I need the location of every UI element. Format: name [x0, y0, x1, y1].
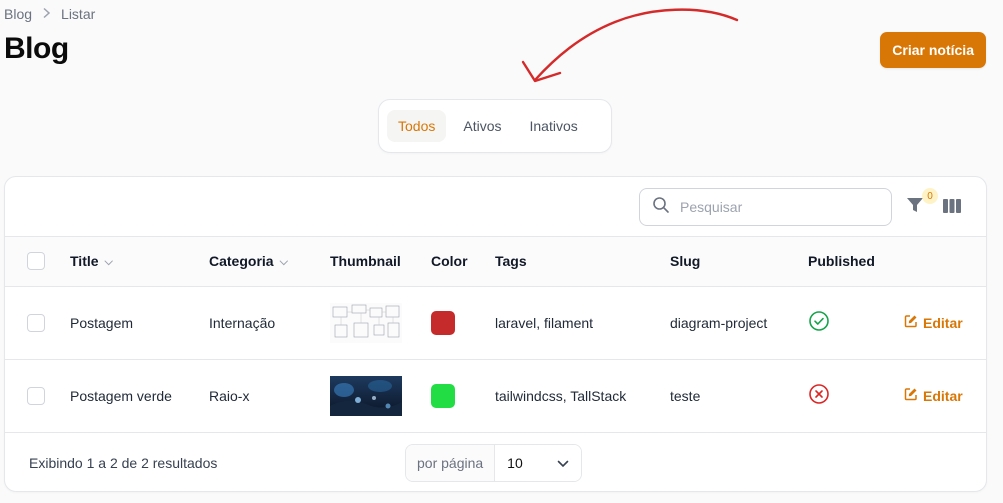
- per-page-select[interactable]: por página 10: [405, 444, 583, 482]
- cell-slug: diagram-project: [669, 286, 807, 360]
- column-header-color: Color: [430, 237, 494, 287]
- breadcrumb-blog-link[interactable]: Blog: [4, 6, 32, 22]
- table-footer: Exibindo 1 a 2 de 2 resultados por págin…: [5, 433, 986, 491]
- annotation-arrow-icon: [521, 8, 739, 83]
- tab-todos[interactable]: Todos: [387, 110, 447, 142]
- column-header-tags: Tags: [494, 237, 669, 287]
- search-input[interactable]: [678, 198, 878, 216]
- cell-color: [430, 359, 494, 433]
- color-swatch: [431, 383, 455, 408]
- edit-icon: [904, 314, 918, 331]
- per-page-value: 10: [507, 455, 523, 471]
- tab-inativos[interactable]: Inativos: [518, 110, 588, 142]
- search-icon: [652, 196, 670, 219]
- column-header-slug: Slug: [669, 237, 807, 287]
- breadcrumb: Blog Listar: [4, 6, 95, 22]
- table-toolbar: 0: [5, 177, 986, 237]
- cell-thumbnail: [329, 359, 430, 433]
- column-header-thumbnail: Thumbnail: [329, 237, 430, 287]
- cell-category: Raio-x: [208, 359, 329, 433]
- chevron-down-icon: [557, 455, 569, 471]
- cell-actions: Editar: [903, 286, 986, 360]
- posts-table: Title ⌵ Categoria ⌵ Thumbnail Color Tags S…: [5, 237, 986, 433]
- edit-button[interactable]: Editar: [904, 387, 963, 404]
- search-box: [639, 188, 892, 226]
- table-header-row: Title ⌵ Categoria ⌵ Thumbnail Color Tags S…: [5, 237, 986, 287]
- status-tabs: Todos Ativos Inativos: [378, 99, 612, 153]
- per-page-label: por página: [406, 445, 496, 481]
- cell-slug: teste: [669, 359, 807, 433]
- chevron-right-icon: [42, 6, 51, 22]
- row-checkbox[interactable]: [27, 313, 45, 332]
- tab-ativos[interactable]: Ativos: [452, 110, 512, 142]
- table-row[interactable]: Postagem Internação laravel, filament di…: [5, 286, 986, 360]
- cell-title: Postagem: [69, 286, 208, 360]
- chevron-down-icon: ⌵: [279, 256, 288, 269]
- page-title: Blog: [4, 32, 69, 65]
- per-page-value-select[interactable]: 10: [495, 445, 582, 481]
- table-card: 0 Title⌵ Categoria⌵ Thumbnail Color Tags…: [4, 176, 987, 492]
- column-header-actions: [903, 237, 986, 287]
- cell-published: [807, 359, 903, 433]
- color-swatch: [431, 310, 455, 335]
- filter-count-badge: 0: [922, 188, 938, 204]
- column-header-categoria[interactable]: Categoria ⌵: [208, 237, 329, 287]
- edit-button[interactable]: Editar: [904, 314, 963, 331]
- cell-tags: laravel, filament: [494, 286, 669, 360]
- edit-label: Editar: [923, 314, 963, 331]
- cell-tags: tailwindcss, TallStack: [494, 359, 669, 433]
- cell-title: Postagem verde: [69, 359, 208, 433]
- thumbnail-image: [330, 375, 402, 416]
- table-row[interactable]: Postagem verde Raio-x tailwindcss, TallS…: [5, 359, 986, 433]
- chevron-down-icon: ⌵: [104, 256, 113, 269]
- x-circle-icon: [808, 384, 830, 408]
- cell-published: [807, 286, 903, 360]
- cell-color: [430, 286, 494, 360]
- edit-icon: [904, 387, 918, 404]
- column-header-published: Published: [807, 237, 903, 287]
- row-checkbox[interactable]: [27, 386, 45, 405]
- cell-thumbnail: [329, 286, 430, 360]
- edit-label: Editar: [923, 387, 963, 404]
- column-header-title[interactable]: Title ⌵: [69, 237, 208, 287]
- create-news-button[interactable]: Criar notícia: [880, 32, 986, 68]
- select-all-checkbox[interactable]: [27, 252, 45, 271]
- results-summary: Exibindo 1 a 2 de 2 resultados: [29, 455, 218, 471]
- cell-actions: Editar: [903, 359, 986, 433]
- check-circle-icon: [808, 311, 830, 335]
- breadcrumb-current: Listar: [61, 6, 96, 22]
- cell-category: Internação: [208, 286, 329, 360]
- thumbnail-image: [330, 302, 402, 343]
- columns-toggle-icon[interactable]: [942, 197, 962, 215]
